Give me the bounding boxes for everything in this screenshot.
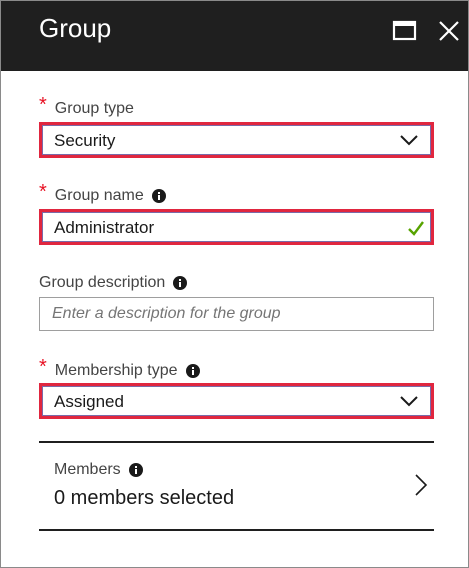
group-description-input[interactable]: [52, 305, 412, 323]
close-button[interactable]: [435, 17, 463, 45]
group-blade: Group * Group type Security * Group name: [0, 0, 469, 568]
group-name-label: * Group name: [39, 181, 166, 207]
group-type-select[interactable]: Security: [39, 122, 434, 158]
group-description-label: Group description: [39, 274, 188, 292]
membership-type-select[interactable]: Assigned: [39, 383, 434, 419]
required-marker: *: [39, 181, 47, 203]
membership-type-label: * Membership type: [39, 356, 200, 382]
chevron-right-icon: [415, 474, 428, 496]
blade-title: Group: [39, 13, 112, 43]
title-bar: Group: [1, 1, 468, 71]
group-name-field[interactable]: Administrator: [39, 209, 434, 245]
group-type-value: Security: [54, 131, 116, 150]
required-marker: *: [39, 94, 47, 116]
info-icon[interactable]: [151, 188, 166, 203]
group-type-label-text: Group type: [54, 99, 134, 117]
membership-type-value: Assigned: [54, 392, 124, 411]
group-description-label-text: Group description: [39, 274, 166, 291]
group-name-label-text: Group name: [54, 186, 144, 204]
members-label-text: Members: [54, 461, 121, 478]
group-description-field[interactable]: [39, 297, 434, 331]
members-label: Members: [54, 461, 143, 479]
chevron-down-icon: [400, 396, 418, 407]
info-icon[interactable]: [185, 363, 200, 378]
chevron-down-icon: [400, 135, 418, 146]
divider: [39, 529, 434, 531]
group-name-value: Administrator: [54, 218, 155, 237]
info-icon[interactable]: [128, 463, 143, 477]
members-count: 0 members selected: [54, 487, 235, 509]
group-type-label: * Group type: [39, 94, 134, 120]
maximize-icon: [392, 20, 417, 41]
required-marker: *: [39, 356, 47, 378]
info-icon[interactable]: [173, 276, 188, 290]
maximize-button[interactable]: [391, 17, 419, 45]
close-icon: [439, 21, 459, 41]
checkmark-icon: [408, 221, 424, 236]
membership-type-label-text: Membership type: [54, 361, 178, 379]
members-selector[interactable]: Members 0 members selected: [39, 443, 434, 531]
